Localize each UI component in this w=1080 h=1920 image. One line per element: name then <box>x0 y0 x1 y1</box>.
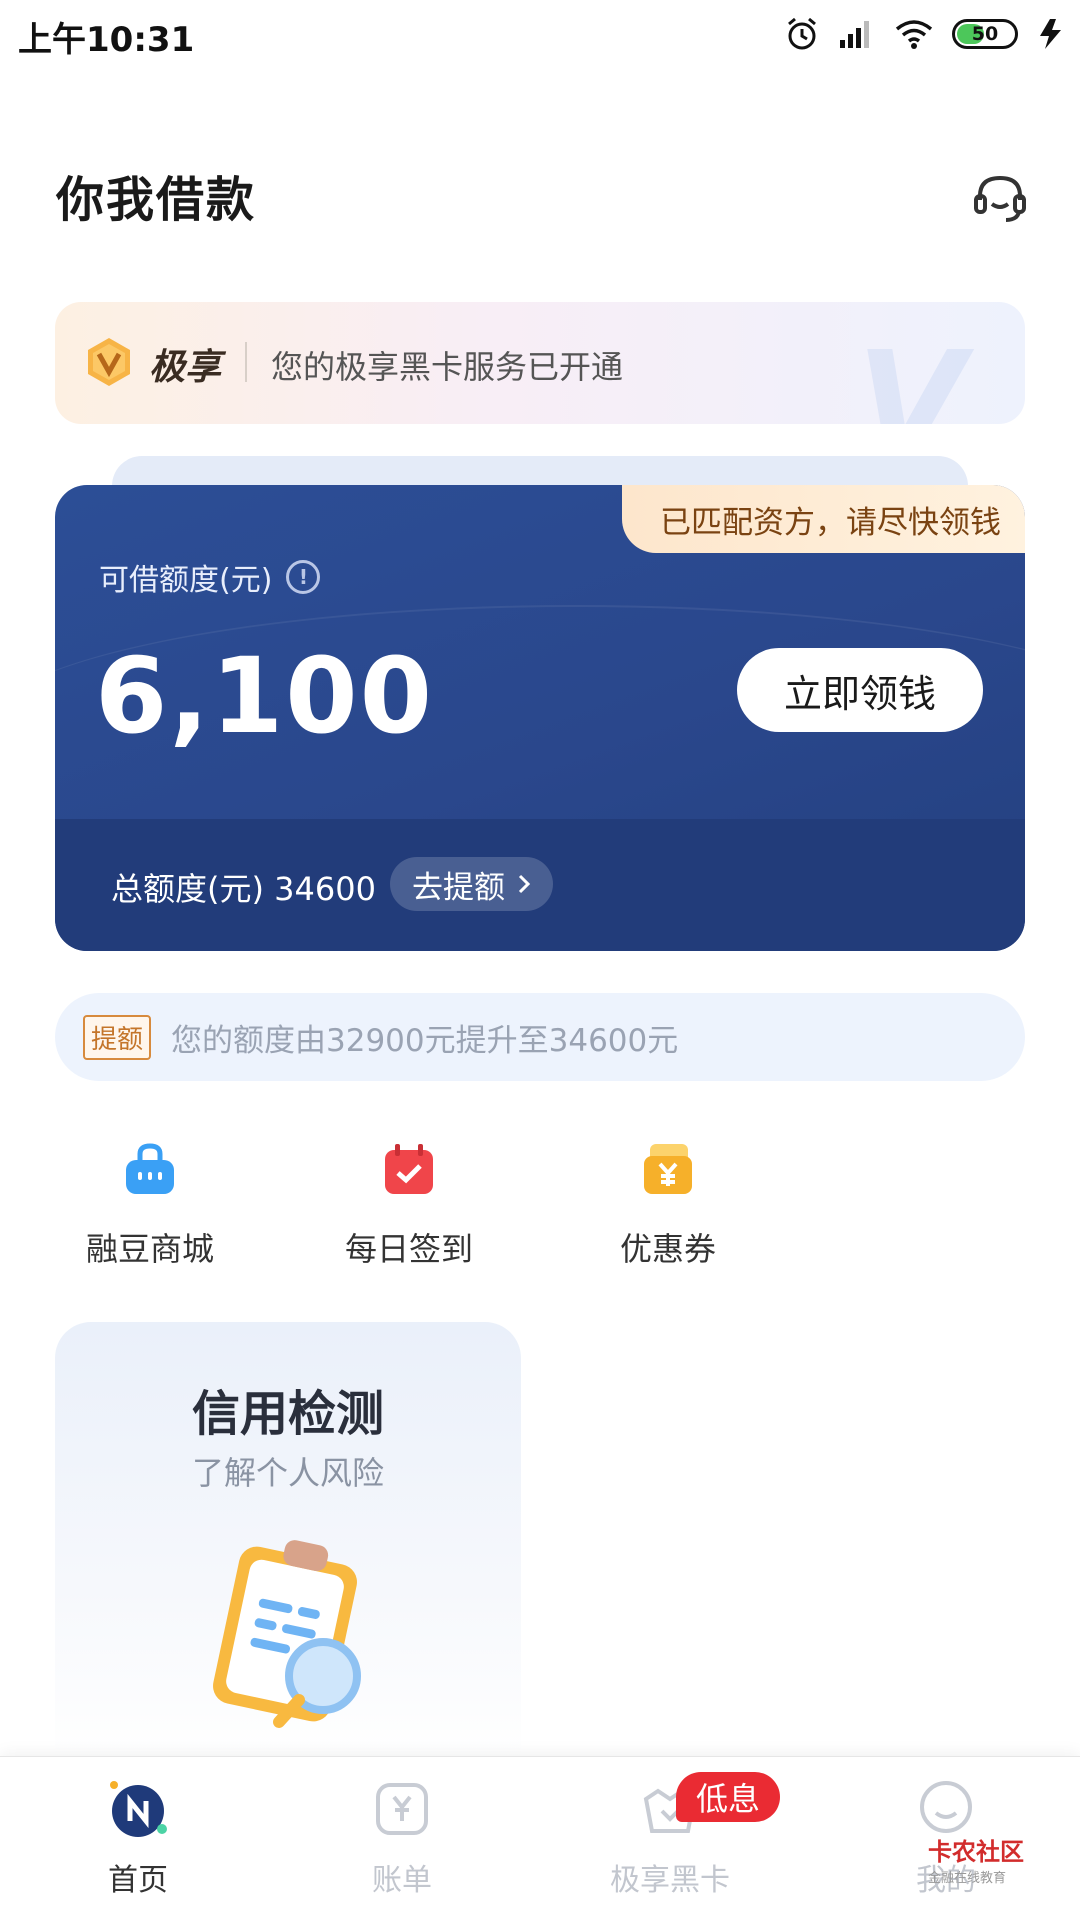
total-credit-label: 总额度(元) 34600 <box>111 870 376 908</box>
watermark-tagline: 金融在线教育 <box>928 1871 1007 1886</box>
status-icons: 50 <box>784 14 1066 54</box>
info-icon[interactable]: ! <box>286 560 321 594</box>
watermark-name: 卡农社区 <box>928 1838 1024 1866</box>
card-footer: 总额度(元) 34600 去提额 <box>55 819 1025 951</box>
raise-limit-label: 去提额 <box>412 869 505 906</box>
vip-banner[interactable]: V 极享 您的极享黑卡服务已开通 <box>55 302 1025 424</box>
match-tag: 已匹配资方，请尽快领钱 <box>622 485 1025 553</box>
wifi-icon <box>895 20 933 49</box>
watermark: 卡农社区 金融在线教育 <box>928 1832 1024 1886</box>
credit-check-card[interactable]: 信用检测 了解个人风险 <box>55 1322 521 1762</box>
v-watermark-icon: V <box>856 322 965 424</box>
quick-action-label: 每日签到 <box>344 1230 473 1268</box>
bottom-nav: 首页 账单 极享黑卡 我的 <box>0 1756 1080 1920</box>
calendar-check-icon <box>385 1144 433 1194</box>
customer-service-icon[interactable] <box>970 168 1030 228</box>
nav-label: 账单 <box>372 1863 432 1898</box>
available-label: 可借额度(元) ! <box>99 555 321 599</box>
battery-indicator: 50 <box>952 19 1018 49</box>
charging-icon <box>1040 19 1061 49</box>
quick-action-label: 融豆商城 <box>85 1230 214 1268</box>
vip-badge-icon <box>88 338 130 386</box>
status-bar: 上午10:31 50 <box>0 0 1080 66</box>
credit-raise-notice[interactable]: 提额 您的额度由32900元提升至34600元 <box>55 993 1025 1081</box>
alarm-icon <box>788 17 816 50</box>
signal-icon <box>840 21 869 48</box>
available-amount: 6,100 <box>95 635 434 757</box>
shopping-bag-icon <box>126 1143 174 1194</box>
divider <box>245 342 247 382</box>
vip-message: 您的极享黑卡服务已开通 <box>271 348 624 386</box>
battery-level: 50 <box>971 23 999 45</box>
notice-tag: 提额 <box>83 1014 152 1060</box>
status-time: 上午10:31 <box>18 20 195 60</box>
bill-icon <box>376 1783 428 1835</box>
available-label-text: 可借额度(元) <box>99 563 273 598</box>
credit-check-subtitle: 了解个人风险 <box>191 1454 384 1492</box>
nav-bill[interactable]: 账单 <box>302 1777 502 1899</box>
chevron-right-icon <box>518 874 531 894</box>
quick-action-label: 优惠券 <box>619 1230 716 1268</box>
quick-action-coupon[interactable]: 优惠券 <box>568 1140 768 1270</box>
loan-card[interactable]: 已匹配资方，请尽快领钱 可借额度(元) ! 6,100 立即领钱 总额度(元) … <box>55 485 1025 951</box>
low-interest-badge: 低息 <box>676 1772 781 1822</box>
vip-brand: 极享 <box>149 347 222 388</box>
coupon-icon <box>644 1144 692 1194</box>
clipboard-magnifier-icon <box>213 1540 361 1728</box>
app-screen: 上午10:31 50 你我借款 V 极享 您的极享黑卡服务已开通 已匹配资方，请… <box>0 0 1080 1920</box>
nav-label: 首页 <box>108 1863 168 1898</box>
claim-money-button[interactable]: 立即领钱 <box>737 648 983 732</box>
app-title: 你我借款 <box>56 172 257 228</box>
credit-check-title: 信用检测 <box>191 1386 384 1442</box>
home-logo-icon <box>110 1781 167 1837</box>
quick-action-checkin[interactable]: 每日签到 <box>309 1140 509 1270</box>
nav-home[interactable]: 首页 <box>38 1777 238 1899</box>
quick-action-mall[interactable]: 融豆商城 <box>50 1140 250 1270</box>
nav-label: 极享黑卡 <box>610 1863 730 1898</box>
raise-limit-button[interactable]: 去提额 <box>390 857 553 911</box>
notice-text: 您的额度由32900元提升至34600元 <box>171 1022 679 1059</box>
